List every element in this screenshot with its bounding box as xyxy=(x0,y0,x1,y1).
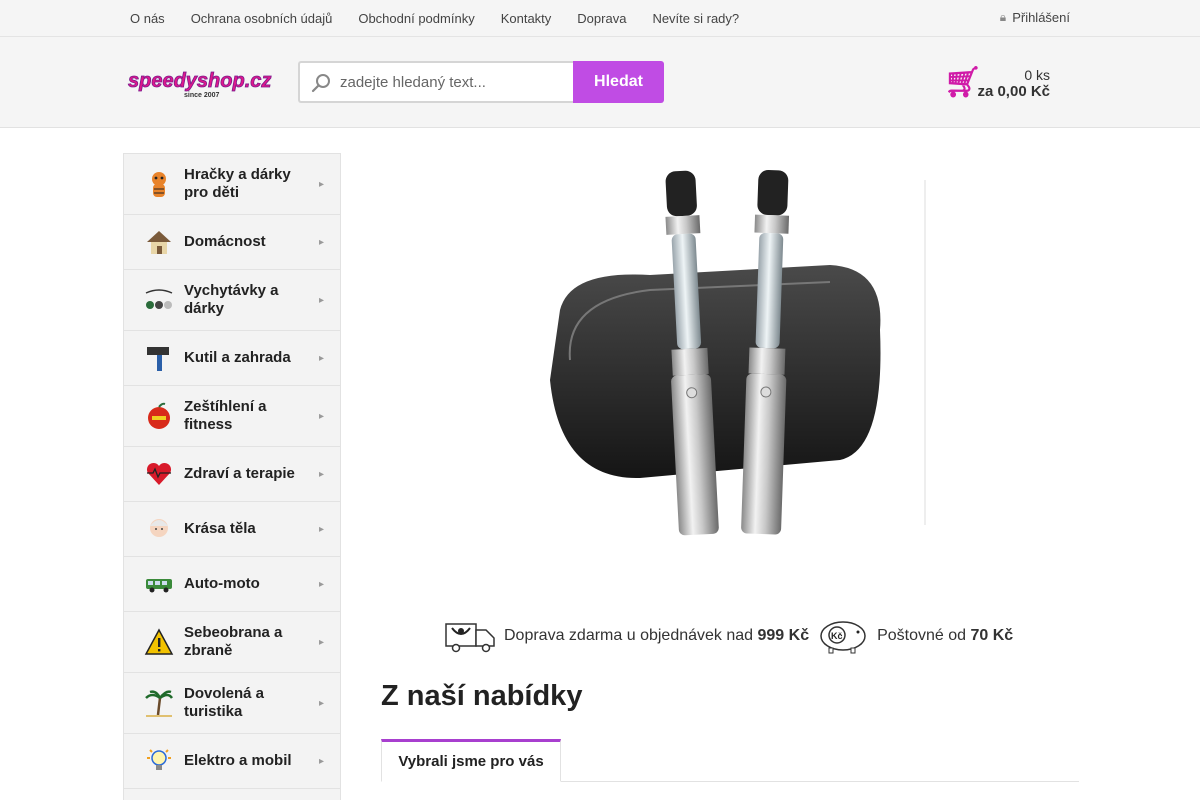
sidebar-item-sebeobrana[interactable]: Sebeobrana a zbraně ▸ xyxy=(124,612,340,673)
nav-link-doprava[interactable]: Doprava xyxy=(564,11,639,26)
cart-widget[interactable]: 🛒︎ 0 ks za 0,00 Kč xyxy=(944,63,1050,103)
cart-count: 0 ks xyxy=(1024,67,1050,83)
nav-link-obchodni-podminky[interactable]: Obchodní podmínky xyxy=(345,11,487,26)
sidebar-item-zdravi[interactable]: Zdraví a terapie ▸ xyxy=(124,447,340,502)
chevron-right-icon: ▸ xyxy=(318,636,324,648)
chevron-right-icon: ▸ xyxy=(318,697,324,709)
svg-text:Kč: Kč xyxy=(831,631,843,641)
palm-icon xyxy=(145,690,174,717)
login-label: Přihlášení xyxy=(1012,9,1070,25)
chevron-right-icon: ▸ xyxy=(318,523,324,535)
search-icon xyxy=(311,74,330,93)
cart-icon: 🛒︎ xyxy=(944,66,983,99)
login-link[interactable]: 🔒︎ Přihlášení xyxy=(1000,0,1070,34)
delivery-truck-icon xyxy=(445,623,495,653)
warning-icon xyxy=(144,628,174,655)
sidebar-item-vychytavky[interactable]: Vychytávky a dárky ▸ xyxy=(124,270,340,331)
search-form: Hledat xyxy=(298,61,664,103)
sidebar-item-elektro[interactable]: Elektro a mobil ▸ xyxy=(124,734,340,789)
chevron-right-icon: ▸ xyxy=(318,352,324,364)
postage-amount: 70 Kč xyxy=(970,627,1014,644)
apple-icon xyxy=(148,402,170,429)
shipping-info: Doprava zdarma u objednávek nad 999 Kč K… xyxy=(444,618,1013,654)
tab-vybrali-jsme[interactable]: Vybrali jsme pro vás xyxy=(381,739,561,782)
nav-link-help[interactable]: Nevíte si rady? xyxy=(639,11,752,26)
hero-product-image[interactable] xyxy=(540,160,930,550)
category-label: Vychytávky a dárky xyxy=(184,282,279,317)
logo-tagline: since 2007 xyxy=(184,92,220,99)
gadgets-icon xyxy=(145,289,173,309)
category-label: Hračky a dárky pro děti xyxy=(184,166,291,201)
sidebar-item-zestihleni[interactable]: Zeštíhlení a fitness ▸ xyxy=(124,386,340,447)
site-header: speedyshop.cz since 2007 Hledat 🛒︎ 0 ks … xyxy=(0,37,1200,128)
category-sidebar: Hračky a dárky pro děti ▸ Domácnost ▸ Vy… xyxy=(123,153,341,800)
heart-icon xyxy=(146,462,172,485)
free-shipping-amount: 999 Kč xyxy=(757,627,810,644)
cart-total: za 0,00 Kč xyxy=(977,83,1050,100)
category-label: Zeštíhlení a fitness xyxy=(184,398,267,433)
offer-tabs: Vybrali jsme pro vás xyxy=(381,739,1079,782)
car-icon xyxy=(146,579,172,593)
top-navigation: O nás Ochrana osobních údajů Obchodní po… xyxy=(0,0,1200,37)
category-label: Sebeobrana a zbraně xyxy=(184,624,283,659)
nav-link-kontakty[interactable]: Kontakty xyxy=(488,11,565,26)
site-logo[interactable]: speedyshop.cz since 2007 xyxy=(126,69,282,99)
nav-link-o-nas[interactable]: O nás xyxy=(117,11,178,26)
sidebar-item-kutil[interactable]: Kutil a zahrada ▸ xyxy=(124,331,340,386)
category-label: Elektro a mobil xyxy=(184,752,292,769)
sidebar-item-domacnost[interactable]: Domácnost ▸ xyxy=(124,215,340,270)
chevron-right-icon: ▸ xyxy=(318,294,324,306)
sidebar-item-krasa[interactable]: Krása těla ▸ xyxy=(124,502,340,557)
sidebar-item-auto-moto[interactable]: Auto-moto ▸ xyxy=(124,557,340,612)
lightbulb-icon xyxy=(147,749,171,770)
chevron-right-icon: ▸ xyxy=(318,236,324,248)
postage-text: Poštovné od xyxy=(877,627,967,644)
top-links: O nás Ochrana osobních údajů Obchodní po… xyxy=(117,0,752,36)
piggy-bank-icon: Kč xyxy=(820,621,866,654)
chevron-right-icon: ▸ xyxy=(318,755,324,767)
section-title: Z naší nabídky xyxy=(381,680,583,712)
category-label: Auto-moto xyxy=(184,575,260,592)
logo-text: speedyshop.cz xyxy=(128,70,271,92)
category-label: Krása těla xyxy=(184,520,256,537)
category-label: Domácnost xyxy=(184,233,266,250)
free-shipping-text: Doprava zdarma u objednávek nad xyxy=(504,627,754,644)
chevron-right-icon: ▸ xyxy=(318,178,324,190)
house-icon xyxy=(147,231,171,254)
sidebar-item-dovolena[interactable]: Dovolená a turistika ▸ xyxy=(124,673,340,734)
category-label: Dovolená a turistika xyxy=(184,685,265,720)
category-label: Kutil a zahrada xyxy=(184,349,291,366)
nav-link-ochrana-udaju[interactable]: Ochrana osobních údajů xyxy=(178,11,346,26)
tiger-toy-icon xyxy=(152,172,166,197)
chevron-right-icon: ▸ xyxy=(318,410,324,422)
search-input[interactable] xyxy=(340,63,570,101)
face-icon xyxy=(150,519,168,537)
chevron-right-icon: ▸ xyxy=(318,468,324,480)
category-label: Zdraví a terapie xyxy=(184,465,295,482)
search-button[interactable]: Hledat xyxy=(573,61,664,103)
sidebar-item-hracky[interactable]: Hračky a dárky pro děti ▸ xyxy=(124,154,340,215)
chevron-right-icon: ▸ xyxy=(318,578,324,590)
search-box xyxy=(298,61,573,103)
lock-icon: 🔒︎ xyxy=(999,9,1007,24)
hammer-icon xyxy=(147,347,169,371)
